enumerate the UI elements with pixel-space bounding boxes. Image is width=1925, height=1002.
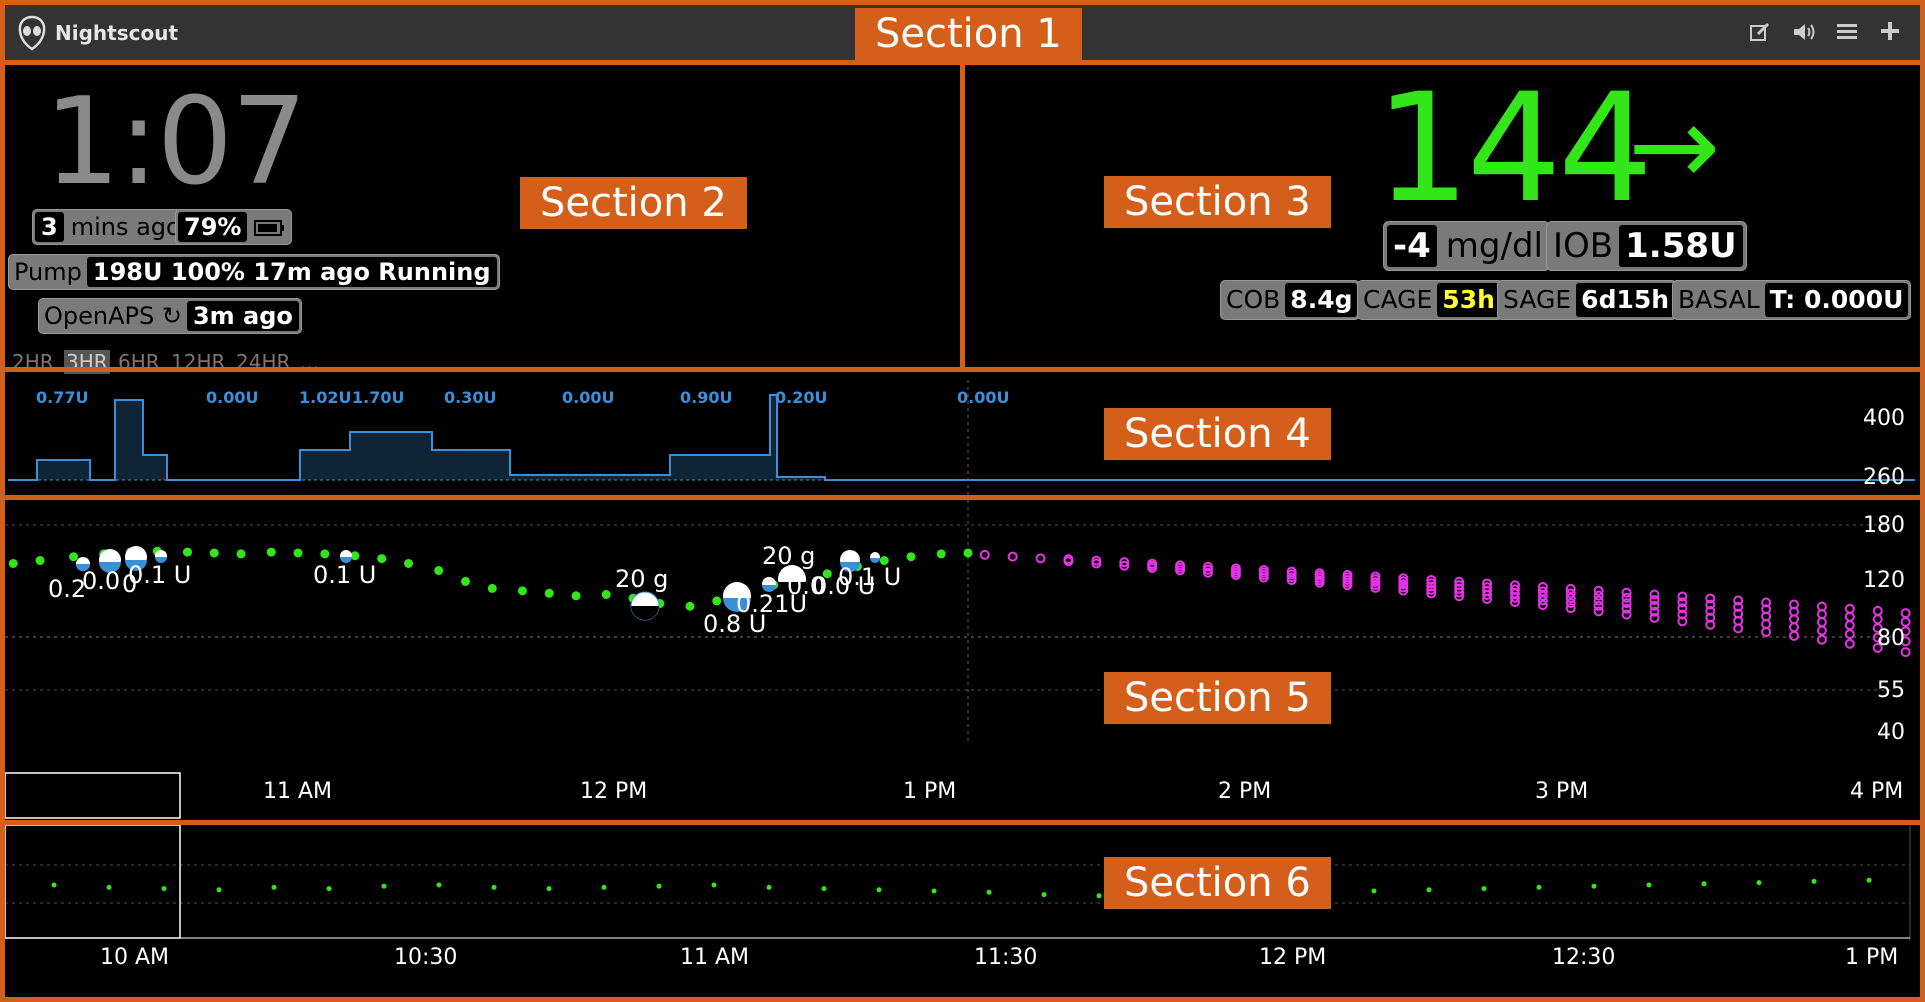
- section-5-label: Section 5: [1104, 672, 1331, 724]
- section-4-frame: [0, 367, 1925, 500]
- section-3-label: Section 3: [1104, 176, 1331, 228]
- section-1-label: Section 1: [855, 8, 1082, 60]
- section-6-frame: [0, 820, 1925, 1002]
- section-5-frame: [0, 495, 1925, 825]
- section-2-label: Section 2: [520, 177, 747, 229]
- section-4-label: Section 4: [1104, 408, 1331, 460]
- section-6-label: Section 6: [1104, 857, 1331, 909]
- section-2-frame: [0, 60, 965, 372]
